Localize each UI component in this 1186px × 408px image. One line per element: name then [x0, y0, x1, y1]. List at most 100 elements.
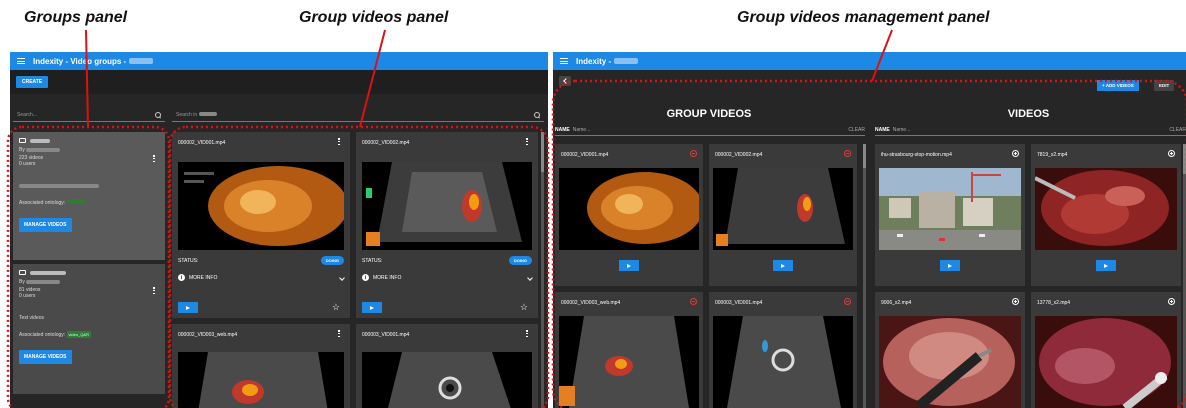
add-videos-button[interactable]: + ADD VIDEOS [1097, 80, 1139, 91]
status-badge[interactable]: DOING [320, 256, 344, 265]
app-bar: Indexity - Video groups - [10, 52, 548, 70]
available-video-card[interactable]: 13778_x2.mp4 [1031, 292, 1181, 408]
videos-search-placeholder: Search in [176, 112, 217, 118]
play-button[interactable] [619, 260, 639, 271]
group-card[interactable]: By 81 videos 0 users Test videos Associa… [13, 264, 165, 394]
video-thumbnail[interactable] [879, 168, 1021, 250]
play-button[interactable] [940, 260, 960, 271]
laparoscopy-image [1035, 316, 1177, 408]
video-card[interactable]: 000002_VID001.mp4 STATUS: DOING i MORE I… [172, 132, 350, 318]
manage-videos-button[interactable]: MANAGE VIDEOS [19, 218, 72, 232]
more-info-toggle[interactable]: i MORE INFO [362, 274, 533, 281]
available-video-card[interactable]: 7819_x2.mp4 [1031, 144, 1181, 286]
group-video-card[interactable]: 000002_VID001.mp4 [555, 144, 703, 286]
status-badge[interactable]: DOING [508, 256, 532, 265]
toolbar: CREATE [10, 70, 548, 94]
videos-search-input[interactable]: Search in [172, 108, 544, 122]
group-videos-name-filter[interactable]: NAME Name... CLEAR [555, 124, 865, 136]
remove-icon[interactable] [844, 150, 851, 157]
play-button[interactable] [1096, 260, 1116, 271]
folder-icon [19, 270, 26, 275]
search-icon[interactable] [534, 111, 540, 118]
group-video-card[interactable]: 000002_VID003_web.mp4 [555, 292, 703, 408]
back-icon[interactable] [559, 76, 571, 86]
create-button[interactable]: CREATE [16, 76, 49, 88]
ultrasound-image [362, 352, 532, 408]
more-info-label: MORE INFO [373, 274, 402, 281]
chevron-down-icon [527, 274, 533, 281]
kebab-icon[interactable] [526, 330, 528, 337]
clear-button[interactable]: CLEAR [848, 127, 865, 133]
video-name: 000003_VID001.mp4 [715, 300, 763, 306]
search-icon[interactable] [155, 111, 161, 118]
endoscopy-image [178, 162, 344, 250]
star-icon[interactable]: ☆ [520, 303, 528, 312]
group-video-card[interactable]: 000003_VID001.mp4 [709, 292, 857, 408]
menu-icon[interactable] [17, 58, 25, 64]
remove-icon[interactable] [690, 150, 697, 157]
group-videos-heading: GROUP VIDEOS [666, 108, 752, 120]
remove-icon[interactable] [844, 298, 851, 305]
endoscopy-image [559, 168, 699, 250]
video-thumbnail[interactable] [362, 352, 532, 408]
video-name: ihu-strasbourg-stop-motion.mp4 [881, 152, 952, 158]
available-video-card[interactable]: 9006_x2.mp4 [875, 292, 1025, 408]
status-label: STATUS: [178, 257, 199, 264]
groups-search-input[interactable]: Search... [13, 108, 165, 122]
redacted-group-name [129, 58, 154, 64]
video-thumbnail[interactable] [559, 168, 699, 250]
laparoscopy-image [879, 316, 1021, 408]
scrollbar[interactable] [541, 132, 544, 408]
video-thumbnail[interactable] [879, 316, 1021, 408]
available-video-card[interactable]: ihu-strasbourg-stop-motion.mp4 [875, 144, 1025, 286]
video-name: 000002_VID002.mp4 [362, 140, 410, 146]
videos-name-filter[interactable]: NAME Name... CLEAR [875, 124, 1186, 136]
group-video-card[interactable]: 000002_VID002.mp4 [709, 144, 857, 286]
video-thumbnail[interactable] [1035, 168, 1177, 250]
videos-heading: VIDEOS [1007, 108, 1050, 120]
annotation-group-videos-panel: Group videos panel [299, 9, 449, 26]
kebab-icon[interactable] [338, 330, 340, 337]
kebab-icon[interactable] [338, 138, 340, 145]
play-button[interactable] [362, 302, 382, 313]
add-icon[interactable] [1168, 298, 1175, 305]
clear-button[interactable]: CLEAR [1169, 127, 1186, 133]
star-icon[interactable]: ☆ [332, 303, 340, 312]
video-thumbnail[interactable] [559, 316, 699, 408]
ontology-tag: video_Q&R [66, 331, 91, 338]
scrollbar[interactable] [863, 144, 866, 408]
video-name: 7819_x2.mp4 [1037, 152, 1068, 158]
group-description [19, 183, 159, 189]
folder-icon [19, 138, 26, 143]
video-thumbnail[interactable] [362, 162, 532, 250]
video-card[interactable]: 000003_VID001.mp4 [356, 324, 538, 408]
more-info-toggle[interactable]: i MORE INFO [178, 274, 345, 281]
video-card[interactable]: 000002_VID002.mp4 STATUS: DOING i MORE I… [356, 132, 538, 318]
remove-icon[interactable] [690, 298, 697, 305]
video-card[interactable]: 000002_VID003_web.mp4 [172, 324, 350, 408]
kebab-icon[interactable] [153, 287, 155, 294]
annotation-management-panel: Group videos management panel [737, 9, 990, 26]
add-icon[interactable] [1012, 150, 1019, 157]
group-card[interactable]: By 223 videos 0 users Associated ontolog… [13, 132, 165, 260]
video-thumbnail[interactable] [713, 168, 853, 250]
laparoscopy-image [1035, 168, 1177, 250]
manage-videos-button[interactable]: MANAGE VIDEOS [19, 350, 72, 364]
status-row: STATUS: DOING [362, 256, 532, 265]
video-thumbnail[interactable] [178, 352, 344, 408]
play-button[interactable] [773, 260, 793, 271]
group-title [19, 270, 159, 275]
kebab-icon[interactable] [526, 138, 528, 145]
kebab-icon[interactable] [153, 155, 155, 162]
group-ontology: Associated ontology: [19, 199, 159, 206]
add-icon[interactable] [1012, 298, 1019, 305]
video-thumbnail[interactable] [713, 316, 853, 408]
video-thumbnail[interactable] [1035, 316, 1177, 408]
add-icon[interactable] [1168, 150, 1175, 157]
video-name: 000002_VID001.mp4 [178, 140, 226, 146]
play-button[interactable] [178, 302, 198, 313]
edit-button[interactable]: EDIT [1154, 80, 1175, 91]
video-thumbnail[interactable] [178, 162, 344, 250]
menu-icon[interactable] [560, 58, 568, 64]
status-label: STATUS: [362, 257, 383, 264]
